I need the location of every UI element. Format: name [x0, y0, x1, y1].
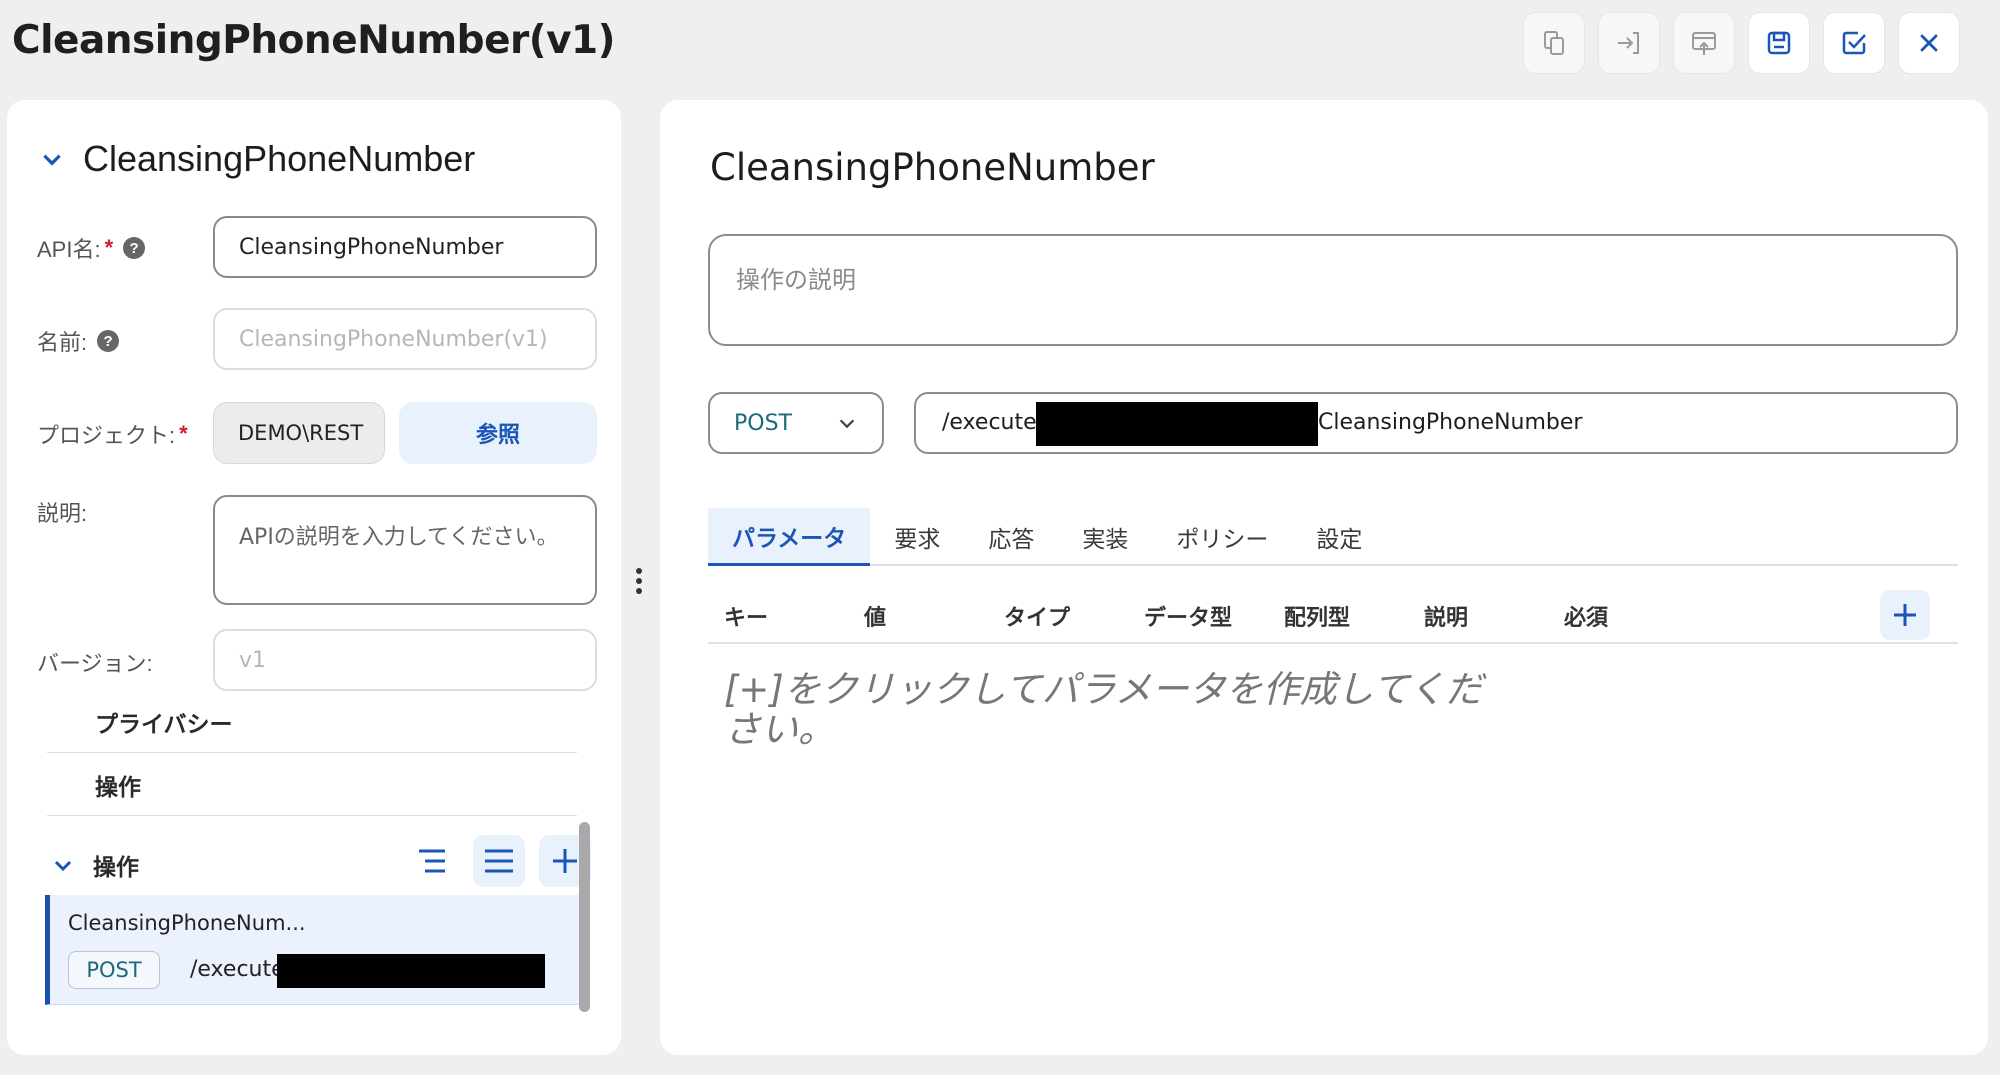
help-icon[interactable]: ? [123, 237, 146, 259]
plus-icon [1894, 604, 1916, 626]
project-field: DEMO\REST [213, 402, 385, 464]
operations-header: 操作 [51, 835, 591, 895]
list-icon [485, 849, 513, 873]
column-header-array-type: 配列型 [1284, 606, 1351, 631]
version-label: バージョン: [37, 651, 153, 676]
method-badge: POST [68, 951, 160, 989]
tree-list-icon [419, 849, 445, 873]
publish-button[interactable] [1673, 12, 1735, 74]
chevron-down-icon [43, 154, 61, 166]
column-header-data-type: データ型 [1144, 606, 1233, 631]
save-icon [1767, 31, 1791, 55]
version-field: v1 [213, 629, 597, 691]
toolbar [1523, 12, 1960, 74]
chevron-down-icon [839, 419, 855, 429]
copy-button[interactable] [1523, 12, 1585, 74]
api-properties-panel: CleansingPhoneNumber API名: * ? Cleansing… [7, 100, 621, 1055]
path-prefix: /execute/ [942, 410, 1045, 435]
save-button[interactable] [1748, 12, 1810, 74]
list-view-button[interactable] [473, 835, 525, 887]
tab-settings[interactable]: 設定 [1292, 508, 1386, 566]
operation-title: CleansingPhoneNumber [710, 146, 1155, 189]
column-header-required: 必須 [1564, 606, 1609, 631]
nav-item-operations[interactable]: 操作 [47, 754, 577, 816]
description-field[interactable]: APIの説明を入力してください。 [213, 495, 597, 605]
operations-label: 操作 [93, 855, 139, 881]
project-label: プロジェクト: * [37, 418, 188, 450]
name-label: 名前: ? [37, 325, 120, 357]
close-button[interactable] [1898, 12, 1960, 74]
validate-button[interactable] [1823, 12, 1885, 74]
chevron-down-icon[interactable] [51, 853, 75, 877]
operations-tools [407, 835, 591, 887]
operation-item[interactable]: CleansingPhoneNum... POST /execute/ [45, 895, 579, 1005]
name-label-text: 名前: [37, 330, 88, 355]
operation-detail-panel: CleansingPhoneNumber 操作の説明 POST /execute… [660, 100, 1988, 1055]
panel-splitter-handle[interactable] [636, 568, 644, 596]
tab-request[interactable]: 要求 [870, 508, 964, 566]
import-icon [1618, 32, 1639, 54]
project-label-text: プロジェクト: [37, 423, 176, 448]
name-field: CleansingPhoneNumber(v1) [213, 308, 597, 370]
path-field[interactable]: /execute/ CleansingPhoneNumber [914, 392, 1958, 454]
operation-name: CleansingPhoneNum... [68, 911, 306, 935]
required-marker: * [179, 421, 188, 446]
copy-icon [1544, 31, 1564, 55]
redaction-block [277, 954, 545, 988]
tab-parameters[interactable]: パラメータ [708, 508, 871, 566]
tab-implementation[interactable]: 実装 [1058, 508, 1152, 566]
section-header[interactable]: CleansingPhoneNumber [39, 138, 475, 180]
path-suffix: CleansingPhoneNumber [1318, 410, 1583, 435]
add-parameter-button[interactable] [1880, 590, 1930, 640]
nav-item-privacy[interactable]: プライバシー [47, 691, 577, 753]
api-name-field[interactable]: CleansingPhoneNumber [213, 216, 597, 278]
page-title: CleansingPhoneNumber(v1) [12, 18, 616, 63]
column-header-value: 値 [864, 606, 887, 631]
empty-state-message: [+]をクリックしてパラメータを作成してください。 [724, 668, 1483, 751]
operation-description-field[interactable]: 操作の説明 [708, 234, 1958, 346]
column-header-type: タイプ [1004, 606, 1071, 631]
plus-icon [553, 849, 577, 873]
required-marker: * [104, 235, 114, 260]
tab-response[interactable]: 応答 [964, 508, 1058, 566]
redaction-block [1036, 402, 1318, 446]
browse-button[interactable]: 参照 [399, 402, 597, 464]
import-button[interactable] [1598, 12, 1660, 74]
method-value: POST [734, 410, 792, 436]
validate-icon [1842, 31, 1866, 55]
api-name-label-text: API名: [37, 237, 101, 262]
publish-icon [1692, 32, 1716, 55]
section-title: CleansingPhoneNumber [83, 138, 476, 179]
tab-bar: パラメータ 要求 応答 実装 ポリシー 設定 [708, 508, 1958, 566]
close-icon [1920, 34, 1938, 52]
api-name-label: API名: * ? [37, 232, 146, 264]
parameters-table-header: キー 値 タイプ データ型 配列型 説明 必須 [708, 580, 1958, 644]
column-header-key: キー [724, 606, 769, 631]
column-header-description: 説明 [1424, 606, 1469, 631]
scrollbar[interactable] [579, 822, 590, 1012]
tab-policy[interactable]: ポリシー [1152, 508, 1292, 566]
description-label: 説明: [37, 501, 88, 526]
method-select[interactable]: POST [708, 392, 884, 454]
collapse-list-button[interactable] [407, 835, 459, 887]
help-icon[interactable]: ? [97, 330, 120, 352]
